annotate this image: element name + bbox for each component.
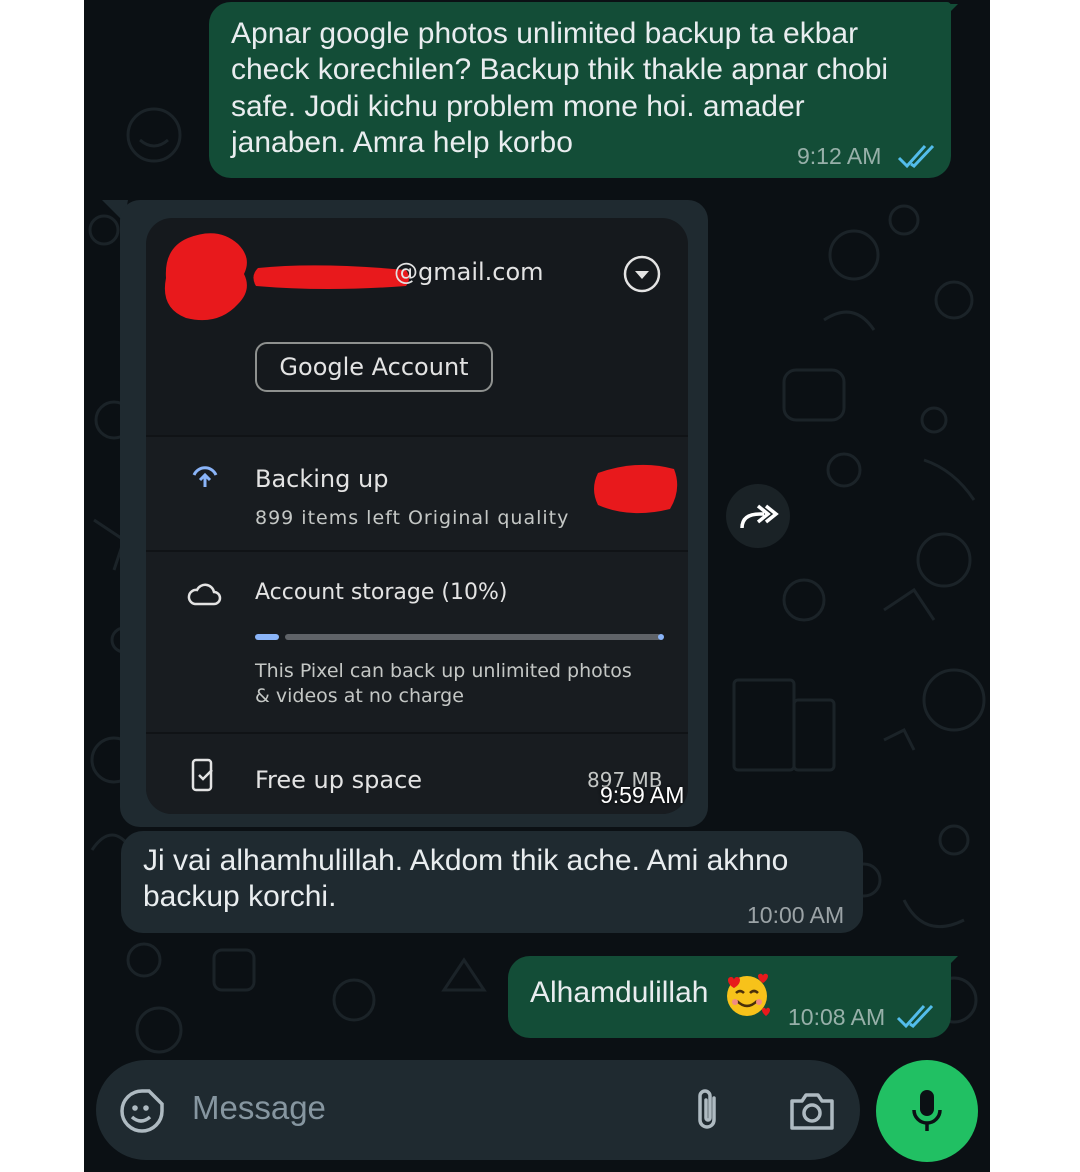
redacted-avatar (164, 233, 247, 321)
read-receipt-icon (896, 1004, 934, 1029)
forward-button[interactable] (726, 484, 790, 548)
free-up-space-title: Free up space (255, 766, 423, 794)
message-incoming-2[interactable]: Ji vai alhamhulillah. Akdom thik ache. A… (121, 831, 863, 933)
message-time: 9:59 AM (600, 782, 685, 808)
backing-up-row[interactable]: Backing up 899 items left Original quali… (146, 437, 688, 550)
message-outgoing-1[interactable]: Apnar google photos unlimited backup ta … (209, 2, 951, 178)
message-time: 10:08 AM (788, 1004, 886, 1030)
voice-record-button[interactable] (876, 1060, 978, 1162)
storage-progress-bar (255, 634, 664, 640)
storage-note: This Pixel can back up unlimited photos (255, 660, 632, 682)
microphone-icon (912, 1090, 942, 1131)
backup-upload-icon (192, 466, 218, 487)
backing-up-subtitle: 899 items left Original quality (255, 507, 570, 529)
redacted-email-name (253, 265, 409, 289)
redacted-thumbnail (594, 464, 678, 514)
camera-icon[interactable] (788, 1090, 836, 1132)
backing-up-title: Backing up (255, 465, 389, 493)
account-email: @gmail.com (394, 258, 544, 286)
message-input[interactable]: Message (192, 1089, 326, 1127)
message-line: safe. Jodi kichu problem mone hoi. amade… (231, 90, 805, 123)
account-storage-title: Account storage (10%) (255, 580, 508, 605)
smiling-face-with-hearts-emoji (727, 973, 770, 1016)
message-outgoing-2[interactable]: Alhamdulillah 10:08 AM (508, 956, 951, 1038)
storage-note: & videos at no charge (255, 685, 464, 707)
message-line: janaben. Amra help korbo (231, 126, 573, 159)
message-line: Ji vai alhamhulillah. Akdom thik ache. A… (143, 844, 789, 877)
message-text: Alhamdulillah (530, 976, 709, 1009)
message-line: Apnar google photos unlimited backup ta … (231, 17, 859, 50)
attachment-icon[interactable] (692, 1086, 722, 1134)
forward-icon (740, 504, 779, 529)
shared-screenshot[interactable]: @gmail.com Google Account Backing up 899… (146, 218, 688, 814)
phone-check-icon (191, 758, 213, 792)
cloud-icon (187, 583, 222, 606)
message-line: backup korchi. (143, 880, 337, 913)
message-composer[interactable]: Message (96, 1060, 860, 1160)
account-storage-row[interactable]: Account storage (10%) This Pixel can bac… (146, 552, 688, 732)
message-line: check korechilen? Backup thik thakle apn… (231, 53, 889, 86)
read-receipt-icon (897, 144, 935, 169)
message-time: 9:12 AM (797, 143, 882, 169)
google-account-button[interactable]: Google Account (255, 342, 493, 392)
chevron-down-icon[interactable] (622, 254, 662, 294)
chat-screen: Apnar google photos unlimited backup ta … (84, 0, 990, 1172)
sticker-icon[interactable] (118, 1088, 166, 1134)
message-time: 10:00 AM (747, 902, 845, 928)
